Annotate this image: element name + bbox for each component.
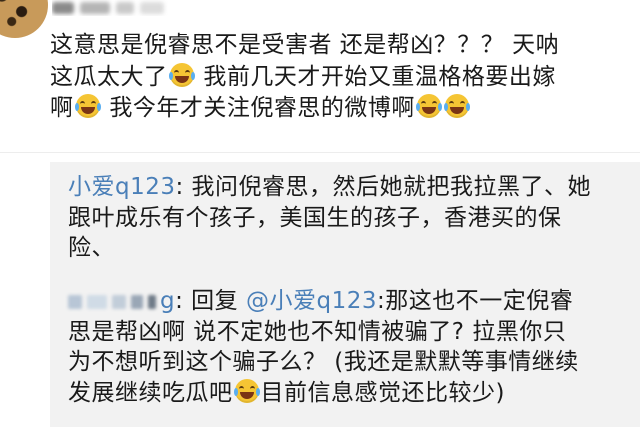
mention-link[interactable]: @小爱q123 — [246, 288, 377, 314]
laughing-tears-emoji-icon — [168, 62, 195, 87]
replies-panel: 小爱q123: 我问倪睿思，然后她就把我拉黑了、她 跟叶成乐有个孩子，美国生的孩… — [50, 162, 640, 427]
reply-label: : 回复 — [175, 288, 246, 314]
reply-username-link[interactable]: 小爱q123 — [68, 174, 176, 200]
reply-item: 小爱q123: 我问倪睿思，然后她就把我拉黑了、她 跟叶成乐有个孩子，美国生的孩… — [68, 172, 633, 264]
reply-text: 跟叶成乐有个孩子，美国生的孩子，香港买的保 — [68, 204, 562, 231]
reply-item: g: 回复 @小爱q123:那这也不一定倪睿 思是帮凶啊 说不定她也不知情被骗了… — [68, 286, 633, 408]
reply-username-tail[interactable]: g — [160, 288, 175, 314]
reply-text: 发展继续吃瓜吧 — [68, 379, 233, 406]
laughing-tears-emoji-icon — [443, 94, 470, 118]
blurred-reply-username[interactable] — [68, 294, 156, 309]
comment-text: 这意思是倪睿思不是受害者 还是帮凶？？？ 天呐 这瓜太大了 我前几天才开始又重温… — [50, 30, 635, 125]
laughing-tears-emoji-icon — [74, 94, 101, 118]
reply-text: : 我问倪睿思，然后她就把我拉黑了、她 — [175, 174, 592, 200]
laughing-tears-emoji-icon — [415, 94, 442, 118]
comment-line: 这意思是倪睿思不是受害者 还是帮凶？？？ 天呐 — [50, 32, 560, 58]
reply-text: 为不想听到这个骗子么？ (我还是默默等事情继续 — [68, 349, 579, 375]
laughing-tears-emoji-icon — [233, 378, 260, 403]
comment-line: 这瓜太大了 我前几天才开始又重温格格要出嫁 — [50, 62, 556, 90]
reply-text: 目前信息感觉还比较少) — [260, 379, 505, 406]
reply-text: :那这也不一定倪睿 — [376, 288, 574, 314]
user-avatar[interactable] — [0, 0, 48, 38]
blurred-username[interactable] — [52, 0, 172, 16]
divider — [0, 152, 640, 153]
comment-line: 啊 我今年才关注倪睿思的微博啊 — [50, 93, 635, 125]
comment-screenshot: 这意思是倪睿思不是受害者 还是帮凶？？？ 天呐 这瓜太大了 我前几天才开始又重温… — [0, 0, 640, 427]
reply-text: 险、 — [68, 235, 115, 261]
reply-text: 思是帮凶啊 说不定她也不知情被骗了? 拉黑你只 — [68, 318, 567, 345]
